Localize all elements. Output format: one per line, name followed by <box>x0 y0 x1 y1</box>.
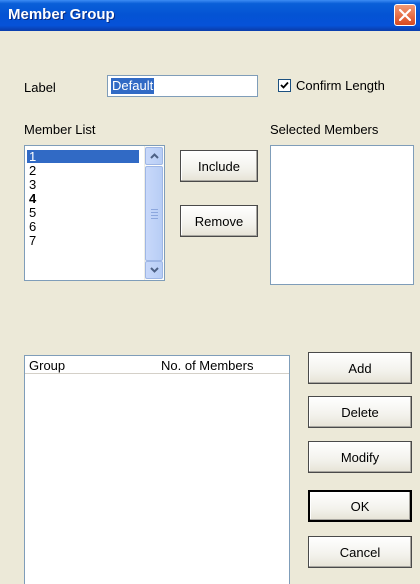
selected-members-listbox[interactable] <box>270 145 414 285</box>
column-header-no-of-members[interactable]: No. of Members <box>161 358 253 373</box>
delete-button[interactable]: Delete <box>308 396 412 428</box>
label-caption: Label <box>24 80 56 95</box>
ok-button[interactable]: OK <box>308 490 412 522</box>
selected-members-caption: Selected Members <box>270 122 379 137</box>
modify-button[interactable]: Modify <box>308 441 412 473</box>
member-list-item[interactable]: 5 <box>27 206 137 219</box>
label-input[interactable]: Default <box>107 75 258 97</box>
window-title: Member Group <box>8 6 115 23</box>
scroll-up-button[interactable] <box>145 147 163 165</box>
close-icon <box>399 9 411 21</box>
close-button[interactable] <box>394 4 416 26</box>
chevron-up-icon <box>150 153 159 159</box>
member-listbox[interactable]: 1234567 <box>24 145 165 281</box>
scroll-thumb[interactable] <box>145 166 163 261</box>
group-table-header: Group No. of Members <box>25 356 289 374</box>
member-list-caption: Member List <box>24 122 96 137</box>
member-list-item[interactable]: 7 <box>27 234 137 247</box>
scroll-down-button[interactable] <box>145 261 163 279</box>
include-button[interactable]: Include <box>180 150 258 182</box>
member-list-item[interactable]: 1 <box>27 150 139 163</box>
group-table[interactable]: Group No. of Members <box>24 355 290 584</box>
check-icon <box>280 81 289 89</box>
confirm-length-label: Confirm Length <box>296 78 385 93</box>
add-button[interactable]: Add <box>308 352 412 384</box>
chevron-down-icon <box>150 267 159 273</box>
member-list-item[interactable]: 6 <box>27 220 137 233</box>
remove-button[interactable]: Remove <box>180 205 258 237</box>
label-input-value: Default <box>111 78 155 94</box>
member-list-item[interactable]: 2 <box>27 164 137 177</box>
column-header-group[interactable]: Group <box>29 358 65 373</box>
member-list-scrollbar[interactable] <box>144 146 164 280</box>
member-list-item[interactable]: 3 <box>27 178 137 191</box>
cancel-button[interactable]: Cancel <box>308 536 412 568</box>
title-bar[interactable]: Member Group <box>0 0 420 31</box>
member-list-item[interactable]: 4 <box>27 192 137 205</box>
confirm-length-checkbox[interactable] <box>278 79 291 92</box>
